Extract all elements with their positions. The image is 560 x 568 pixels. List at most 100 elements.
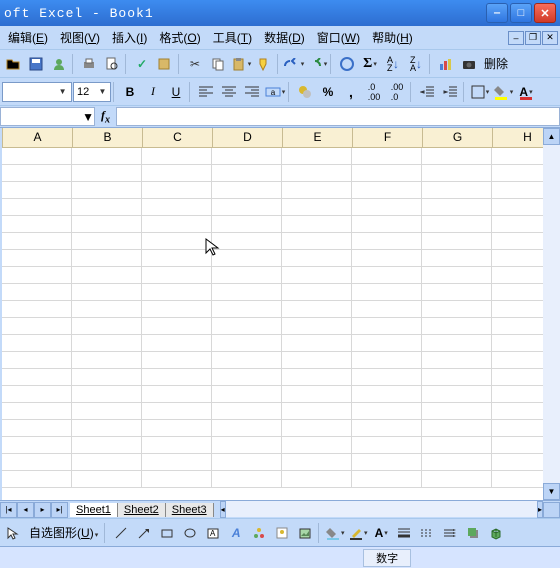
cell[interactable] bbox=[492, 454, 543, 471]
cell[interactable] bbox=[142, 148, 212, 165]
cell[interactable] bbox=[352, 301, 422, 318]
cell[interactable] bbox=[492, 386, 543, 403]
cell[interactable] bbox=[352, 420, 422, 437]
cell[interactable] bbox=[352, 386, 422, 403]
sheet-tab-sheet3[interactable]: Sheet3 bbox=[166, 503, 214, 517]
bold-button[interactable]: B bbox=[119, 81, 141, 103]
cell[interactable] bbox=[2, 352, 72, 369]
column-header-E[interactable]: E bbox=[283, 128, 353, 147]
cell[interactable] bbox=[352, 403, 422, 420]
scrollbar-track[interactable] bbox=[226, 501, 537, 517]
research-icon[interactable] bbox=[154, 53, 176, 75]
cell[interactable] bbox=[72, 267, 142, 284]
print-icon[interactable] bbox=[78, 53, 100, 75]
cell[interactable] bbox=[352, 216, 422, 233]
cell[interactable] bbox=[212, 267, 282, 284]
cell[interactable] bbox=[282, 284, 352, 301]
cell[interactable] bbox=[352, 352, 422, 369]
cell[interactable] bbox=[212, 301, 282, 318]
cell[interactable] bbox=[282, 233, 352, 250]
cell[interactable] bbox=[142, 199, 212, 216]
cell[interactable] bbox=[492, 199, 543, 216]
comma-icon[interactable]: , bbox=[340, 81, 362, 103]
cell[interactable] bbox=[2, 284, 72, 301]
cell[interactable] bbox=[142, 335, 212, 352]
hyperlink-icon[interactable] bbox=[336, 53, 358, 75]
italic-button[interactable]: I bbox=[142, 81, 164, 103]
cell[interactable] bbox=[282, 352, 352, 369]
shadow-icon[interactable] bbox=[462, 522, 484, 544]
font-size-input[interactable] bbox=[77, 86, 98, 98]
underline-button[interactable]: U bbox=[165, 81, 187, 103]
cell[interactable] bbox=[422, 284, 492, 301]
borders-icon[interactable]: ▾ bbox=[469, 81, 491, 103]
cell[interactable] bbox=[422, 233, 492, 250]
cell[interactable] bbox=[212, 369, 282, 386]
menu-o[interactable]: 格式(O) bbox=[153, 27, 206, 48]
cell[interactable] bbox=[2, 182, 72, 199]
3d-icon[interactable] bbox=[485, 522, 507, 544]
cell[interactable] bbox=[142, 233, 212, 250]
cell[interactable] bbox=[492, 267, 543, 284]
cell[interactable] bbox=[212, 199, 282, 216]
cell[interactable] bbox=[492, 250, 543, 267]
cell[interactable] bbox=[212, 165, 282, 182]
scroll-down-icon[interactable]: ▼ bbox=[543, 483, 560, 500]
column-header-G[interactable]: G bbox=[423, 128, 493, 147]
cell[interactable] bbox=[212, 454, 282, 471]
cell[interactable] bbox=[352, 437, 422, 454]
cell[interactable] bbox=[282, 165, 352, 182]
cell[interactable] bbox=[422, 454, 492, 471]
cell[interactable] bbox=[2, 471, 72, 488]
decrease-indent-icon[interactable] bbox=[416, 81, 438, 103]
cell[interactable] bbox=[352, 250, 422, 267]
cell[interactable] bbox=[492, 301, 543, 318]
align-center-icon[interactable] bbox=[218, 81, 240, 103]
copy-icon[interactable] bbox=[207, 53, 229, 75]
sort-asc-icon[interactable]: AZ↓ bbox=[382, 53, 404, 75]
menu-d[interactable]: 数据(D) bbox=[258, 27, 311, 48]
cell[interactable] bbox=[212, 403, 282, 420]
doc-close-button[interactable]: ✕ bbox=[542, 31, 558, 45]
cell[interactable] bbox=[142, 386, 212, 403]
cell[interactable] bbox=[282, 267, 352, 284]
spellcheck-icon[interactable]: ✓ bbox=[131, 53, 153, 75]
cell[interactable] bbox=[422, 403, 492, 420]
cell[interactable] bbox=[72, 335, 142, 352]
doc-restore-button[interactable]: ❐ bbox=[525, 31, 541, 45]
cell[interactable] bbox=[142, 216, 212, 233]
camera-icon[interactable] bbox=[458, 53, 480, 75]
cell[interactable] bbox=[352, 471, 422, 488]
undo-icon[interactable]: ▾ bbox=[283, 53, 305, 75]
cell[interactable] bbox=[422, 148, 492, 165]
cell[interactable] bbox=[422, 335, 492, 352]
cell[interactable] bbox=[2, 386, 72, 403]
vertical-scrollbar[interactable]: ▲ ▼ bbox=[543, 128, 560, 500]
cell[interactable] bbox=[352, 267, 422, 284]
oval-icon[interactable] bbox=[179, 522, 201, 544]
cell[interactable] bbox=[492, 148, 543, 165]
format-painter-icon[interactable] bbox=[253, 53, 275, 75]
cell[interactable] bbox=[142, 267, 212, 284]
chevron-down-icon[interactable]: ▼ bbox=[82, 110, 94, 124]
currency-icon[interactable] bbox=[294, 81, 316, 103]
cell[interactable] bbox=[72, 284, 142, 301]
cell[interactable] bbox=[72, 454, 142, 471]
cell[interactable] bbox=[212, 250, 282, 267]
cell[interactable] bbox=[142, 403, 212, 420]
cell[interactable] bbox=[2, 199, 72, 216]
cell[interactable] bbox=[352, 199, 422, 216]
menu-e[interactable]: 编辑(E) bbox=[2, 27, 54, 48]
cell[interactable] bbox=[492, 437, 543, 454]
arrow-icon[interactable] bbox=[133, 522, 155, 544]
cell[interactable] bbox=[282, 471, 352, 488]
cell[interactable] bbox=[72, 199, 142, 216]
percent-icon[interactable]: % bbox=[317, 81, 339, 103]
cell[interactable] bbox=[352, 318, 422, 335]
cell[interactable] bbox=[142, 437, 212, 454]
cell[interactable] bbox=[492, 318, 543, 335]
cell[interactable] bbox=[72, 318, 142, 335]
cell[interactable] bbox=[72, 216, 142, 233]
cell[interactable] bbox=[422, 199, 492, 216]
cell[interactable] bbox=[422, 471, 492, 488]
